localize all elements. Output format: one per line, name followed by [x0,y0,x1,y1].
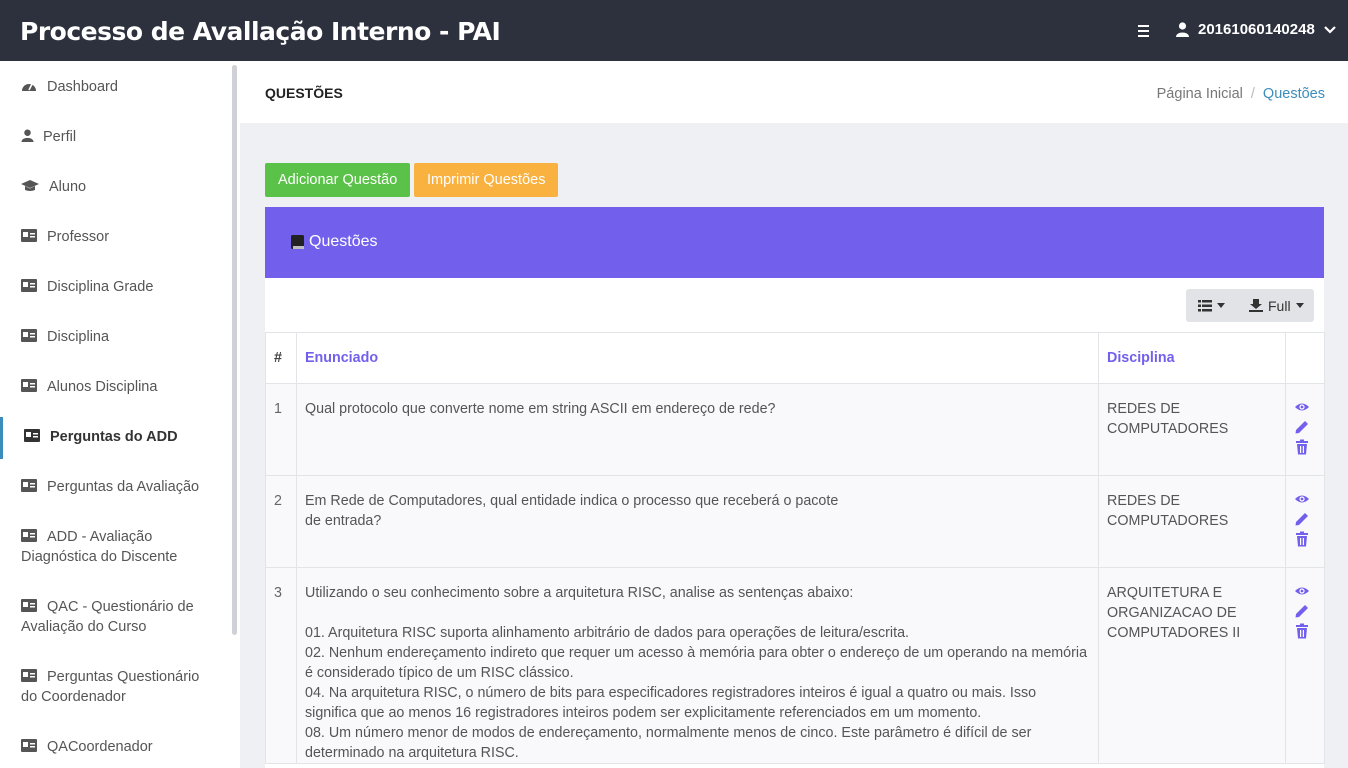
sidebar-item-qacoordenador[interactable]: QACoordenador [0,737,230,757]
row-discipline: REDES DE COMPUTADORES [1098,383,1286,476]
user-id: 20161060140248 [1198,21,1315,38]
sidebar-item-label: Aluno [49,179,87,195]
breadcrumb-current: Questões [1262,86,1325,102]
sidebar-item-label: Perfil [43,129,77,145]
column-header-number[interactable]: # [265,332,297,384]
chevron-down-icon [1324,25,1336,34]
id-card-icon [21,599,37,612]
panel-title-label: Questões [309,233,378,250]
sidebar-item-professor[interactable]: Professor [0,227,230,247]
sidebar-item-label: Dashboard [47,79,118,95]
user-icon [21,129,34,142]
sidebar-item-qac[interactable]: QAC - Questionário de Avaliação do Curso [0,597,200,637]
sidebar-item-label: Professor [47,229,110,245]
id-card-icon [21,379,37,392]
sidebar-item-label: ADD - Avaliação Diagnóstica do Discente [21,529,178,565]
sidebar-item-alunos-disciplina[interactable]: Alunos Disciplina [0,377,230,397]
id-card-icon [21,669,37,682]
row-number: 1 [265,383,297,476]
download-icon [1249,299,1263,312]
list-icon [1198,299,1212,311]
sidebar-item-label: QACoordenador [47,739,153,755]
caret-down-icon [1217,303,1225,308]
sidebar-item-perguntas-da-avaliacao[interactable]: Perguntas da Avaliação [0,477,230,497]
row-statement: Utilizando o seu conhecimento sobre a ar… [296,567,1099,764]
sidebar-item-label: Perguntas da Avaliação [47,479,200,495]
row-actions [1285,383,1325,476]
row-number: 2 [265,475,297,568]
row-statement: Qual protocolo que converte nome em stri… [296,383,1099,476]
pencil-icon[interactable] [1294,419,1310,435]
table-row: 3 Utilizando o seu conhecimento sobre a … [265,567,1325,764]
id-card-icon [21,479,37,492]
id-card-icon [21,279,37,292]
sidebar-item-aluno[interactable]: Aluno [0,177,230,197]
sidebar-item-label: Alunos Disciplina [47,379,158,395]
app-title: Processo de Avallação Interno - PAI [20,17,501,46]
sidebar-item-label: Disciplina Grade [47,279,154,295]
columns-toggle-button[interactable] [1186,289,1237,322]
questions-table: # Enunciado Disciplina 1 Qual protocolo … [265,332,1325,764]
pencil-icon[interactable] [1294,603,1310,619]
sidebar-item-label: Perguntas do ADD [50,429,178,445]
sidebar-item-perfil[interactable]: Perfil [0,127,230,147]
table-row: 2 Em Rede de Computadores, qual entidade… [265,475,1325,568]
export-button[interactable]: Full [1237,289,1316,322]
eye-icon[interactable] [1294,491,1310,507]
print-questions-button[interactable]: Imprimir Questões [414,163,559,197]
column-header-statement[interactable]: Enunciado [296,332,1099,384]
column-header-actions [1285,332,1325,384]
book-icon [291,234,304,249]
sidebar-item-perguntas-questionario-coordenador[interactable]: Perguntas Questionário do Coordenador [0,667,200,707]
sidebar-item-label: Disciplina [47,329,110,345]
trash-icon[interactable] [1294,531,1310,547]
eye-icon[interactable] [1294,399,1310,415]
breadcrumb-separator: / [1250,86,1255,102]
id-card-icon [21,529,37,542]
sidebar-item-disciplina-grade[interactable]: Disciplina Grade [0,277,230,297]
content-header: QUESTÕES Página Inicial / Questões [240,61,1348,123]
sidebar-item-dashboard[interactable]: Dashboard [0,77,230,97]
id-card-icon [21,329,37,342]
sidebar-item-add[interactable]: ADD - Avaliação Diagnóstica do Discente [0,527,200,567]
top-navbar: Processo de Avallação Interno - PAI 2016… [0,0,1348,61]
row-discipline: ARQUITETURA E ORGANIZACAO DE COMPUTADORE… [1098,567,1286,764]
sidebar-item-label: Perguntas Questionário do Coordenador [21,669,200,705]
tachometer-icon [22,83,36,91]
panel-header: Questões [265,207,1324,278]
row-actions [1285,567,1325,764]
pencil-icon[interactable] [1294,511,1310,527]
eye-icon[interactable] [1294,583,1310,599]
user-icon [1176,22,1189,37]
hamburger-menu-icon[interactable] [1134,20,1154,40]
row-actions [1285,475,1325,568]
panel-title: Questões [291,233,377,251]
row-statement: Em Rede de Computadores, qual entidade i… [296,475,1099,568]
sidebar-item-perguntas-do-add[interactable]: Perguntas do ADD [0,417,230,459]
column-header-discipline[interactable]: Disciplina [1098,332,1286,384]
sidebar-item-label: QAC - Questionário de Avaliação do Curso [21,599,194,635]
caret-down-icon [1295,303,1304,308]
sidebar: Dashboard Perfil Aluno Professor Discipl… [0,61,240,768]
sidebar-scrollbar[interactable] [232,65,237,635]
graduation-cap-icon [21,180,39,191]
id-card-icon [24,429,40,442]
table-header-row: # Enunciado Disciplina [265,332,1325,384]
trash-icon[interactable] [1294,623,1310,639]
id-card-icon [21,229,37,242]
page-title: QUESTÕES [265,85,343,101]
breadcrumb: Página Inicial / Questões [1157,86,1325,102]
breadcrumb-home-link[interactable]: Página Inicial [1157,86,1243,102]
trash-icon[interactable] [1294,439,1310,455]
export-label: Full [1268,297,1291,314]
add-question-button[interactable]: Adicionar Questão [265,163,411,197]
user-menu[interactable]: 20161060140248 [1176,21,1336,38]
row-number: 3 [265,567,297,764]
table-row: 1 Qual protocolo que converte nome em st… [265,383,1325,476]
table-toolbar: Full [1186,289,1314,322]
sidebar-item-disciplina[interactable]: Disciplina [0,327,230,347]
row-discipline: REDES DE COMPUTADORES [1098,475,1286,568]
id-card-icon [21,739,37,752]
